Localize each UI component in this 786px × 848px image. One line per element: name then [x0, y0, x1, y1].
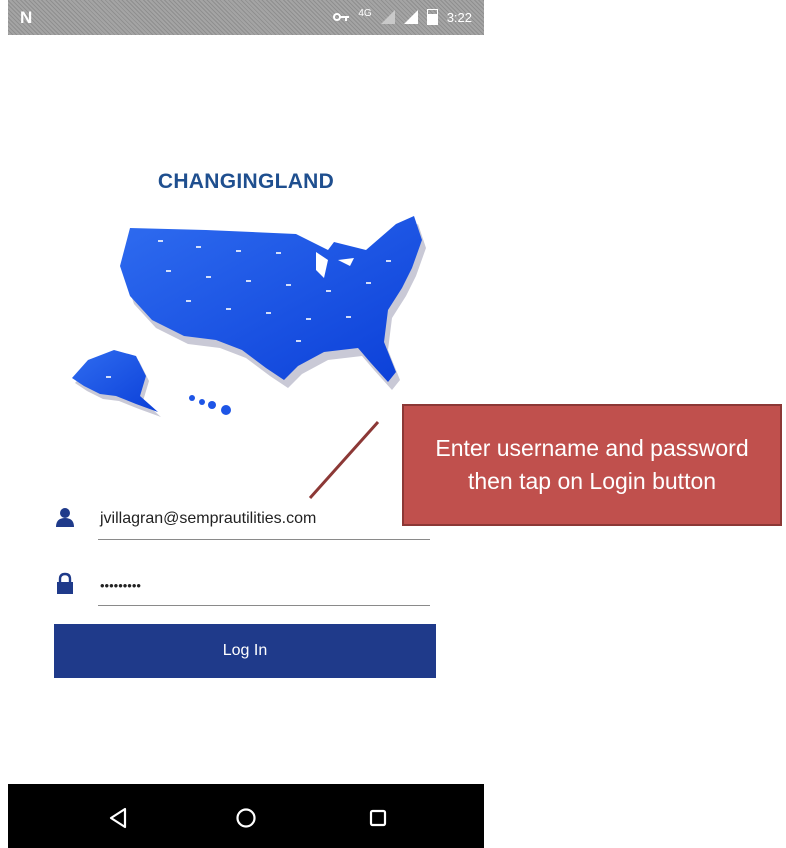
username-underline	[98, 539, 430, 540]
username-field[interactable]: jvillagran@semprautilities.com	[54, 500, 430, 540]
battery-icon	[426, 9, 438, 25]
status-left-icon: N	[20, 8, 33, 27]
network-type: 4G	[358, 7, 372, 19]
status-bar: N 4G 3:22	[8, 0, 484, 35]
recents-icon[interactable]	[360, 800, 396, 836]
app-title: CHANGINGLAND	[157, 170, 335, 193]
key-icon	[333, 10, 350, 25]
instruction-callout: Enter username and password then tap on …	[402, 404, 782, 526]
lock-icon	[54, 572, 76, 594]
navigation-bar	[8, 784, 484, 848]
signal-icon-2	[403, 10, 418, 24]
back-icon[interactable]	[100, 800, 136, 836]
status-time: 3:22	[446, 9, 472, 25]
home-icon[interactable]	[228, 800, 264, 836]
usa-map-icon	[66, 200, 436, 420]
password-underline	[98, 605, 430, 606]
password-value: •••••••••	[100, 578, 141, 593]
login-button[interactable]: Log In	[54, 624, 436, 678]
user-icon	[54, 506, 76, 528]
signal-icon-1	[380, 10, 395, 24]
username-value: jvillagran@semprautilities.com	[100, 510, 317, 527]
password-field[interactable]: •••••••••	[54, 566, 430, 606]
status-right-group: 4G 3:22	[333, 7, 472, 25]
callout-text: Enter username and password then tap on …	[435, 435, 749, 494]
